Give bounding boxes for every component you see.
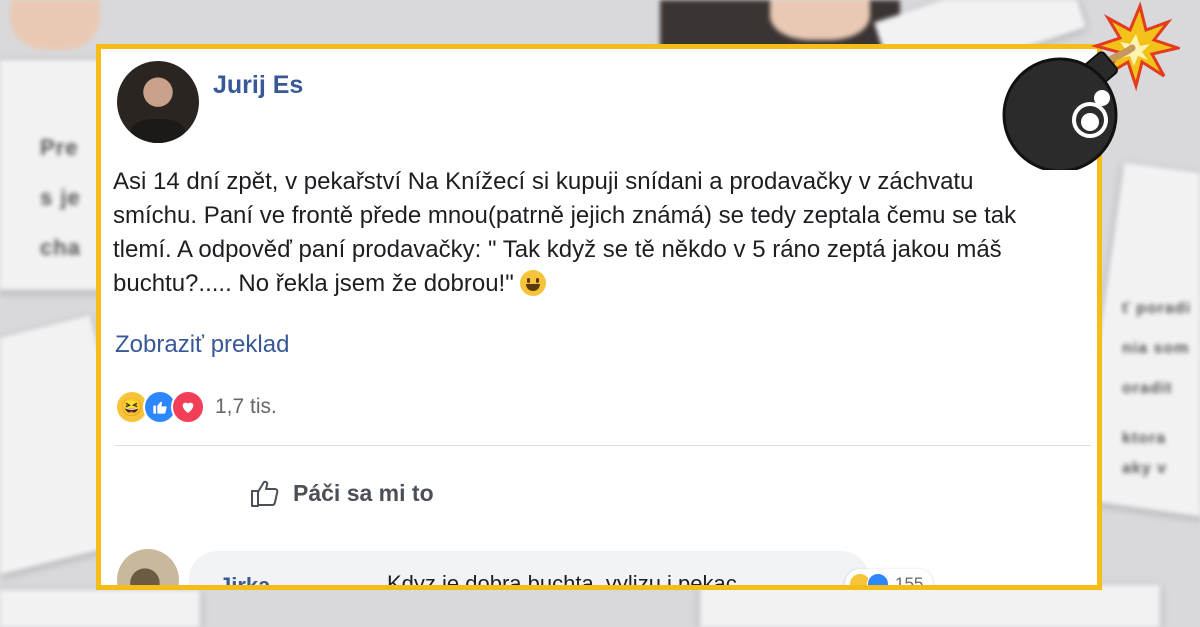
commenter-avatar[interactable] [117,549,179,585]
like-button[interactable]: Páči sa mi to [249,473,434,513]
divider [115,445,1091,446]
post-body-text: Asi 14 dní zpět, v pekařství Na Knížecí … [113,168,1017,297]
bomb-icon [1002,1,1180,170]
facebook-post-card: Jurij Es Asi 14 dní zpět, v pekařství Na… [96,44,1102,590]
reactions-summary[interactable]: 😆 1,7 tis. [115,389,277,425]
author-avatar[interactable] [117,61,199,143]
like-reaction-icon [867,573,889,585]
comment-reactions[interactable]: 155 [845,569,934,590]
comment-text: Kdyz je dobra buchta, vylizu i pekac [387,571,737,590]
like-button-label: Páči sa mi to [293,479,434,506]
smile-emoji-icon [519,270,546,296]
post-text-container: Asi 14 dní zpět, v pekařství Na Knížecí … [113,165,1063,301]
comment-reactions-count: 155 [895,574,924,590]
love-reaction-icon [171,390,205,424]
post-author-name[interactable]: Jurij Es [213,71,303,100]
comment-author-name[interactable]: Jirka [219,573,270,585]
thumbs-up-icon [251,480,279,507]
reactions-count: 1,7 tis. [215,395,277,418]
see-translation-link[interactable]: Zobraziť preklad [115,331,289,359]
